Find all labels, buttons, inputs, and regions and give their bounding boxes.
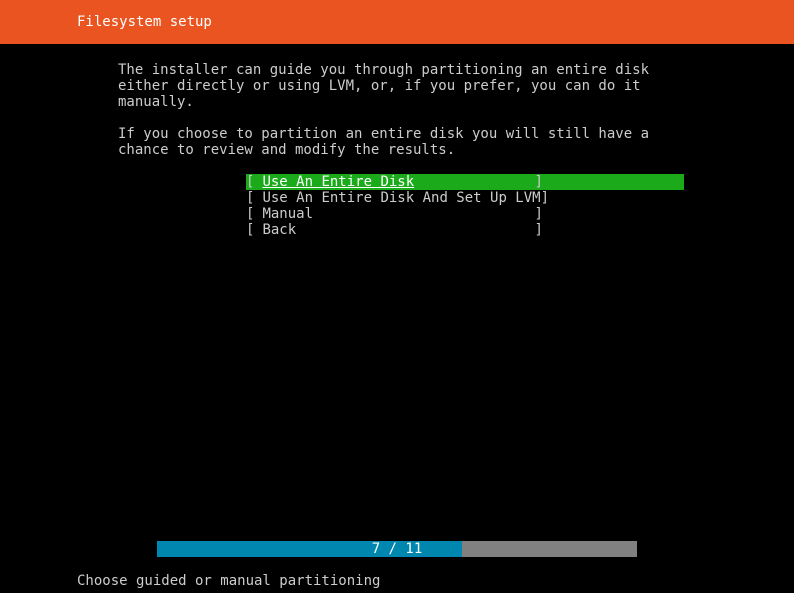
menu-item-label: Use An Entire Disk	[254, 174, 534, 190]
menu-item-manual[interactable]: [Manual]	[246, 206, 684, 222]
bracket-right: ]	[541, 190, 549, 206]
menu-item-use-entire-disk-lvm[interactable]: [Use An Entire Disk And Set Up LVM]	[246, 190, 684, 206]
bracket-right: ]	[534, 174, 542, 190]
bracket-right: ]	[534, 206, 542, 222]
menu-item-use-entire-disk[interactable]: [Use An Entire Disk]	[246, 174, 684, 190]
header-bar: Filesystem setup	[0, 0, 794, 44]
bracket-right: ]	[534, 222, 542, 238]
menu-item-label: Manual	[254, 206, 534, 222]
content-area: The installer can guide you through part…	[0, 44, 794, 238]
menu-item-label: Use An Entire Disk And Set Up LVM	[254, 190, 540, 206]
bracket-left: [	[246, 190, 254, 206]
description-para-2: If you choose to partition an entire dis…	[118, 126, 684, 158]
menu-item-label: Back	[254, 222, 534, 238]
progress-bar: 7 / 11	[157, 541, 637, 557]
bracket-left: [	[246, 174, 254, 190]
status-line: Choose guided or manual partitioning	[0, 573, 794, 593]
footer: 7 / 11 Choose guided or manual partition…	[0, 541, 794, 593]
menu-list: [Use An Entire Disk] [Use An Entire Disk…	[246, 174, 684, 238]
bracket-left: [	[246, 222, 254, 238]
progress-text: 7 / 11	[157, 541, 637, 557]
description-para-1: The installer can guide you through part…	[118, 62, 684, 110]
page-title: Filesystem setup	[77, 14, 212, 30]
description-text: The installer can guide you through part…	[118, 62, 684, 158]
menu-item-back[interactable]: [Back]	[246, 222, 684, 238]
bracket-left: [	[246, 206, 254, 222]
